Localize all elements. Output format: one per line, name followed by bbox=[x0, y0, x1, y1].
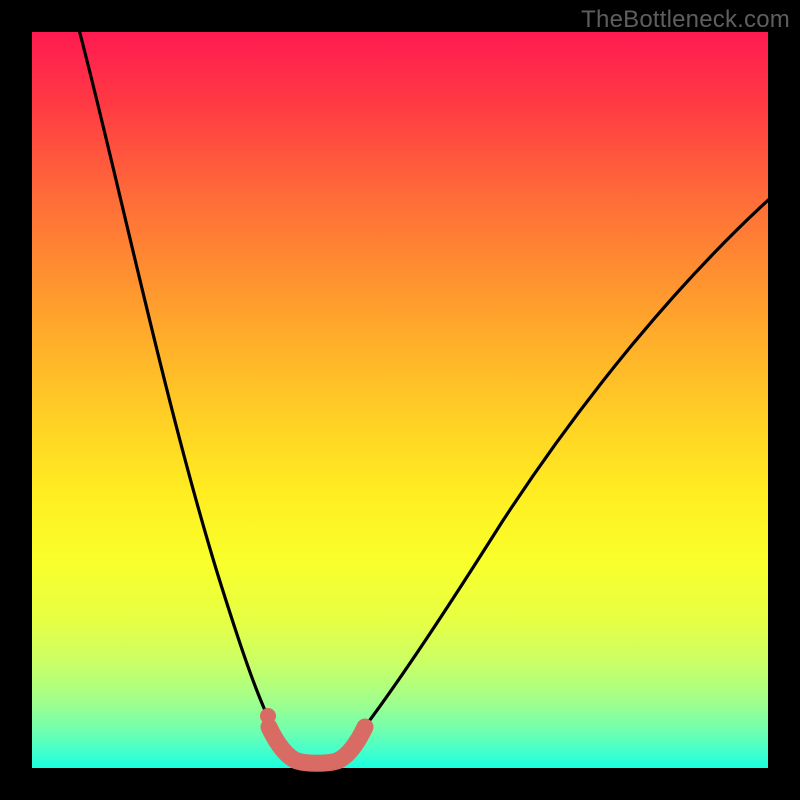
curve-path bbox=[77, 22, 777, 762]
accent-dot bbox=[260, 708, 276, 724]
bottleneck-curve bbox=[32, 32, 768, 768]
accent-trough bbox=[269, 727, 365, 763]
watermark-text: TheBottleneck.com bbox=[581, 6, 790, 34]
chart-frame: TheBottleneck.com bbox=[0, 0, 800, 800]
plot-area bbox=[32, 32, 768, 768]
